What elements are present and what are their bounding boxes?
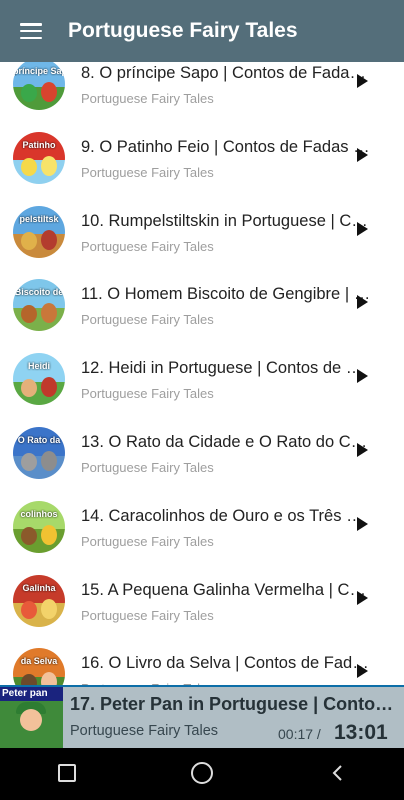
video-title[interactable]: 14. Caracolinhos de Ouro e os Três Ursos… (81, 507, 371, 526)
thumbnail-label: O Rato da (17, 434, 61, 445)
play-icon[interactable] (357, 664, 368, 679)
thumbnail-label: colinhos (20, 508, 58, 519)
list-item[interactable]: Heidi 12. Heidi in Portuguese | Contos de… (0, 342, 404, 416)
thumbnail-label: pelstiltsk (19, 213, 59, 224)
video-thumbnail[interactable]: Heidi (13, 353, 65, 406)
video-title[interactable]: 12. Heidi in Portuguese | Contos de Fada… (81, 359, 371, 378)
play-icon[interactable] (357, 442, 368, 457)
list-item[interactable]: colinhos 14. Caracolinhos de Ouro e os Tr… (0, 490, 404, 564)
video-title[interactable]: 15. A Pequena Galinha Vermelha | Contos … (81, 581, 371, 600)
home-button[interactable] (172, 746, 232, 800)
video-title[interactable]: 10. Rumpelstiltskin in Portuguese | Cont… (81, 212, 371, 231)
player-title[interactable]: 17. Peter Pan in Portuguese | Contos de … (70, 694, 396, 715)
recents-button[interactable] (37, 746, 97, 800)
video-thumbnail[interactable]: da Selva (13, 648, 65, 685)
play-icon[interactable] (357, 295, 368, 310)
video-thumbnail[interactable]: Biscoito de (13, 279, 65, 332)
video-thumbnail[interactable]: príncipe Sapo (13, 58, 65, 110)
video-thumbnail[interactable]: Patinho (13, 131, 65, 184)
video-thumbnail[interactable]: colinhos (13, 500, 65, 553)
list-item[interactable]: da Selva 16. O Livro da Selva | Contos de… (0, 637, 404, 685)
video-channel: Portuguese Fairy Tales (81, 312, 214, 328)
video-list[interactable]: príncipe Sapo 8. O príncipe Sapo | Contos… (0, 47, 404, 685)
app-bar: Portuguese Fairy Tales (0, 0, 404, 62)
video-thumbnail[interactable]: pelstiltsk (13, 205, 65, 258)
thumbnail-label: Galinha (22, 582, 56, 593)
circle-icon (190, 762, 213, 784)
square-icon (58, 764, 77, 782)
play-icon[interactable] (357, 74, 368, 88)
player-elapsed-time: 00:17 / (278, 726, 321, 742)
system-nav-bar (0, 746, 404, 800)
player-thumbnail[interactable]: Peter pan (0, 687, 63, 748)
play-icon[interactable] (357, 590, 368, 605)
list-item[interactable]: pelstiltsk 10. Rumpelstiltskin in Portugu… (0, 195, 404, 269)
video-channel: Portuguese Fairy Tales (81, 164, 214, 180)
video-channel: Portuguese Fairy Tales (81, 238, 214, 254)
video-channel: Portuguese Fairy Tales (81, 386, 214, 402)
play-icon[interactable] (357, 369, 368, 384)
list-item[interactable]: O Rato da 13. O Rato da Cidade e O Rato d… (0, 416, 404, 490)
list-item[interactable]: Galinha 15. A Pequena Galinha Vermelha | … (0, 564, 404, 638)
play-icon[interactable] (357, 147, 368, 162)
video-channel: Portuguese Fairy Tales (81, 607, 214, 623)
thumbnail-label: príncipe Sapo (13, 66, 65, 76)
mini-player[interactable]: Peter pan 17. Peter Pan in Portuguese | … (0, 685, 404, 748)
player-duration: 13:01 (334, 721, 388, 744)
video-title[interactable]: 16. O Livro da Selva | Contos de Fadas |… (81, 654, 371, 673)
list-item[interactable]: Biscoito de 11. O Homem Biscoito de Gengi… (0, 268, 404, 342)
app-title: Portuguese Fairy Tales (68, 19, 298, 42)
player-thumbnail-label: Peter pan (2, 688, 48, 699)
back-chevron-icon (332, 765, 342, 781)
hamburger-menu-icon (20, 23, 42, 39)
video-title[interactable]: 11. O Homem Biscoito de Gengibre | Conto… (81, 285, 371, 304)
play-icon[interactable] (357, 221, 368, 236)
thumbnail-label: Patinho (22, 139, 56, 150)
video-thumbnail[interactable]: O Rato da (13, 426, 65, 479)
play-icon[interactable] (357, 516, 368, 531)
video-title[interactable]: 13. O Rato da Cidade e O Rato do Campo |… (81, 433, 371, 452)
thumbnail-label: Biscoito de (14, 287, 64, 298)
back-button[interactable] (307, 746, 367, 800)
list-item[interactable]: Patinho 9. O Patinho Feio | Contos de Fad… (0, 121, 404, 195)
video-title[interactable]: 8. O príncipe Sapo | Contos de Fadas | P… (81, 64, 371, 83)
thumbnail-label: Heidi (27, 361, 50, 372)
video-title[interactable]: 9. O Patinho Feio | Contos de Fadas | Po… (81, 138, 371, 157)
video-channel: Portuguese Fairy Tales (81, 459, 214, 475)
video-channel: Portuguese Fairy Tales (81, 533, 214, 549)
player-channel: Portuguese Fairy Tales (70, 723, 219, 739)
video-thumbnail[interactable]: Galinha (13, 574, 65, 627)
menu-button[interactable] (0, 0, 62, 62)
video-channel: Portuguese Fairy Tales (81, 91, 214, 106)
thumbnail-label: da Selva (20, 656, 58, 667)
